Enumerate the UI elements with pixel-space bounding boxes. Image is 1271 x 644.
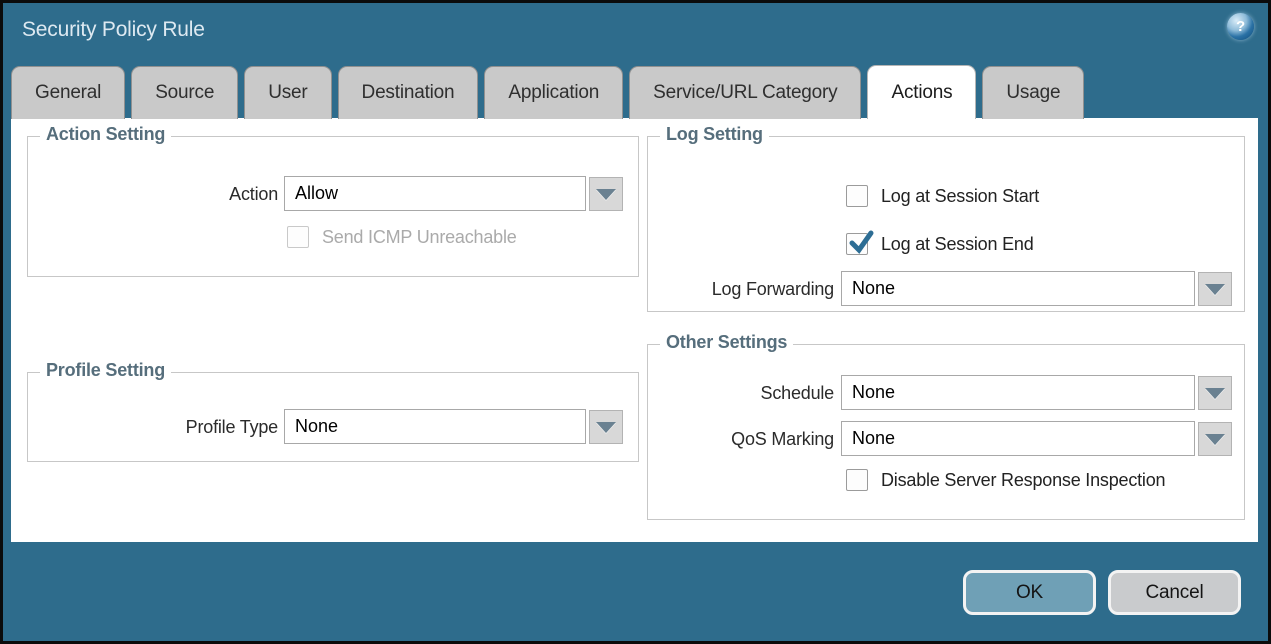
log-forwarding-label: Log Forwarding: [648, 279, 834, 300]
ok-button[interactable]: OK: [963, 570, 1096, 615]
tab-source[interactable]: Source: [131, 66, 238, 119]
log-at-session-end-label[interactable]: Log at Session End: [881, 234, 1034, 255]
profile-type-dropdown-button[interactable]: [589, 410, 623, 444]
tab-label: Application: [508, 82, 599, 104]
tab-service-url-category[interactable]: Service/URL Category: [629, 66, 861, 119]
tab-label: User: [268, 82, 307, 104]
security-policy-rule-dialog: Security Policy Rule ? General Source Us…: [0, 0, 1271, 644]
schedule-dropdown-button[interactable]: [1198, 376, 1232, 410]
qos-marking-dropdown-button[interactable]: [1198, 422, 1232, 456]
tab-general[interactable]: General: [11, 66, 125, 119]
qos-marking-label: QoS Marking: [648, 429, 834, 450]
log-forwarding-dropdown-button[interactable]: [1198, 272, 1232, 306]
tab-label: Destination: [362, 82, 455, 104]
tab-label: Service/URL Category: [653, 82, 837, 104]
tab-usage[interactable]: Usage: [982, 66, 1084, 119]
profile-setting-group: Profile Setting Profile Type: [27, 372, 639, 462]
log-at-session-start-checkbox[interactable]: [846, 185, 868, 207]
chevron-down-icon: [1205, 434, 1225, 445]
chevron-down-icon: [1205, 284, 1225, 295]
tab-destination[interactable]: Destination: [338, 66, 479, 119]
profile-type-label: Profile Type: [28, 417, 278, 438]
log-setting-legend: Log Setting: [660, 124, 769, 145]
action-label: Action: [28, 184, 278, 205]
tab-actions[interactable]: Actions: [867, 65, 976, 119]
tab-label: General: [35, 82, 101, 104]
send-icmp-unreachable-checkbox: [287, 226, 309, 248]
chevron-down-icon: [596, 422, 616, 433]
log-setting-group: Log Setting Log at Session Start Log at …: [647, 136, 1245, 312]
tab-label: Actions: [891, 82, 952, 104]
ok-button-label: OK: [1016, 582, 1043, 604]
action-dropdown-button[interactable]: [589, 177, 623, 211]
log-forwarding-dropdown-input[interactable]: [841, 271, 1195, 306]
tab-label: Usage: [1006, 82, 1060, 104]
help-icon-glyph: ?: [1236, 18, 1245, 35]
send-icmp-unreachable-label: Send ICMP Unreachable: [322, 227, 517, 248]
profile-setting-legend: Profile Setting: [40, 360, 171, 381]
chevron-down-icon: [1205, 388, 1225, 399]
other-settings-legend: Other Settings: [660, 332, 793, 353]
log-at-session-end-checkbox[interactable]: [846, 233, 868, 255]
disable-server-response-inspection-checkbox[interactable]: [846, 469, 868, 491]
qos-marking-dropdown-input[interactable]: [841, 421, 1195, 456]
schedule-dropdown-input[interactable]: [841, 375, 1195, 410]
tab-application[interactable]: Application: [484, 66, 623, 119]
tab-strip: General Source User Destination Applicat…: [11, 65, 1084, 119]
schedule-label: Schedule: [648, 383, 834, 404]
tab-user[interactable]: User: [244, 66, 331, 119]
help-icon[interactable]: ?: [1227, 13, 1254, 40]
log-at-session-start-label[interactable]: Log at Session Start: [881, 186, 1039, 207]
actions-tab-content: Action Setting Action Send ICMP Unreacha…: [11, 118, 1258, 542]
cancel-button-label: Cancel: [1146, 582, 1204, 604]
other-settings-group: Other Settings Schedule QoS Marking Disa…: [647, 344, 1245, 520]
dialog-title: Security Policy Rule: [22, 18, 205, 42]
action-setting-group: Action Setting Action Send ICMP Unreacha…: [27, 136, 639, 277]
action-setting-legend: Action Setting: [40, 124, 171, 145]
chevron-down-icon: [596, 189, 616, 200]
cancel-button[interactable]: Cancel: [1108, 570, 1241, 615]
profile-type-dropdown-input[interactable]: [284, 409, 586, 444]
disable-server-response-inspection-label[interactable]: Disable Server Response Inspection: [881, 470, 1165, 491]
action-dropdown-input[interactable]: [284, 176, 586, 211]
tab-label: Source: [155, 82, 214, 104]
